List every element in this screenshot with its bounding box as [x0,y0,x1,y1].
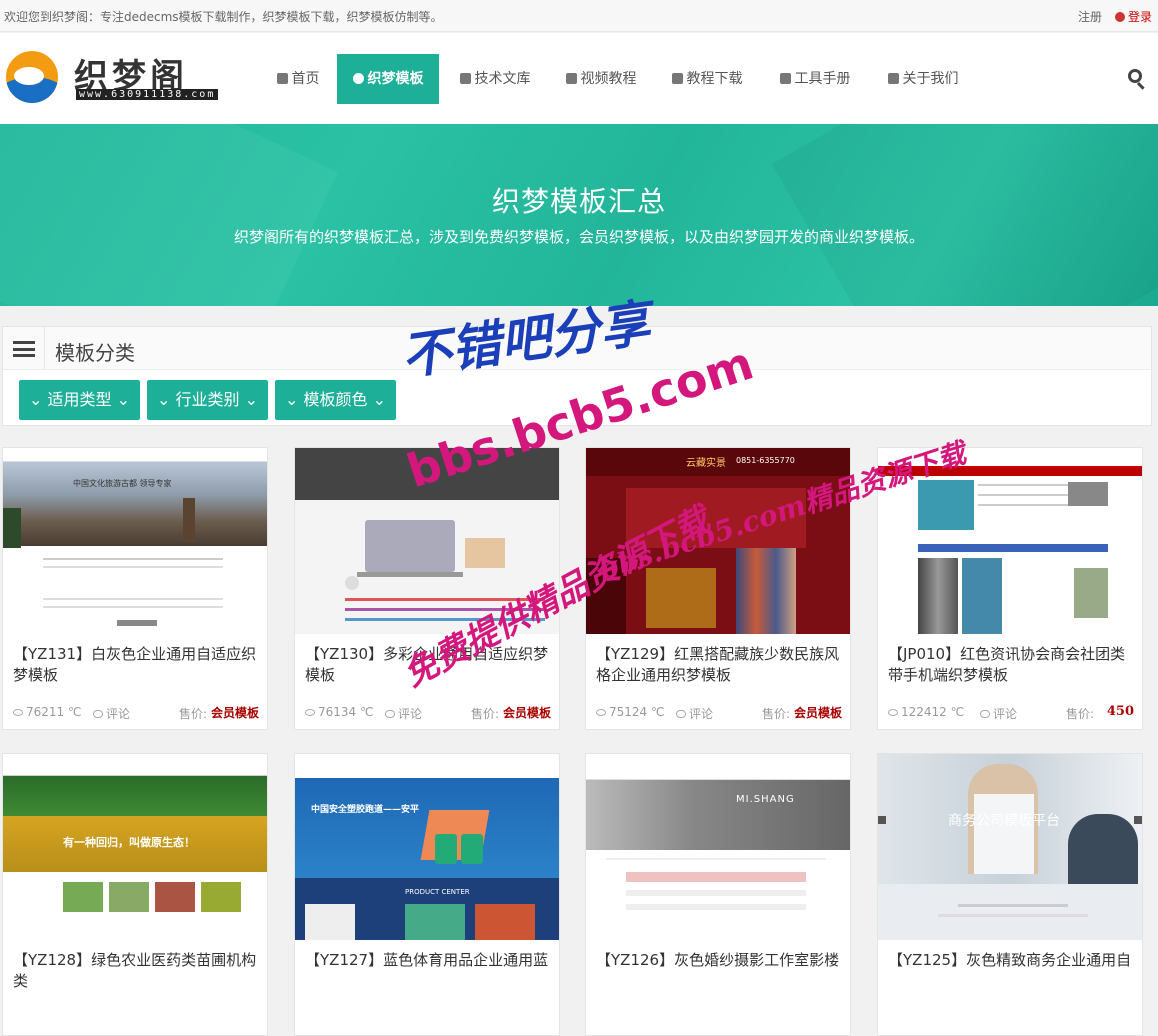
nav-home[interactable]: 首页 [262,54,334,104]
card-price: 会员模板 [793,706,842,720]
filter-industry-button[interactable]: ⌄ 行业类别 ⌄ [147,380,269,420]
login-link[interactable]: 登录 [1114,8,1152,25]
nav-tool-manual[interactable]: 工具手册 [770,54,860,104]
card-title[interactable]: 【YZ130】多彩企业通用自适应织梦模板 [305,644,551,688]
user-icon [1114,12,1125,22]
banner-title: 织梦模板汇总 [491,185,666,218]
eye-icon [13,709,23,716]
card-meta: 76211 ℃ 评论 售价: 会员模板 [13,705,259,721]
refresh-icon [352,73,364,84]
card-title[interactable]: 【JP010】红色资讯协会商会社团类带手机端织梦模板 [888,644,1134,688]
page-banner: 织梦模板汇总 织梦阁所有的织梦模板汇总，涉及到免费织梦模板，会员织梦模板，以及由… [0,124,1158,306]
card-price: 会员模板 [210,706,259,720]
template-card[interactable]: 商务公司模板平台 【YZ125】灰色精致商务企业通用自 [877,753,1143,1036]
filter-color-button[interactable]: ⌄ 模板颜色 ⌄ [275,380,397,420]
eye-icon [596,709,606,716]
search-icon [1128,69,1142,83]
template-card[interactable]: 【YZ130】多彩企业通用自适应织梦模板 76134 ℃ 评论 售价: 会员模板 [294,447,560,730]
thumb-brand: MI.SHANG [736,794,795,805]
template-thumbnail[interactable] [878,448,1142,634]
top-bar: 欢迎您到织梦阁：专注dedecms模板下载制作，织梦模板下载，织梦模板仿制等。 … [0,0,1158,32]
thumb-slogan: 有一种回归，叫做原生态！ [63,836,195,849]
template-card[interactable]: 【JP010】红色资讯协会商会社团类带手机端织梦模板 122412 ℃ 评论 售… [877,447,1143,730]
filter-header: 模板分类 [3,327,1151,370]
template-thumbnail[interactable]: 中国文化旅游古都 领导专家 [3,448,267,634]
home-icon [276,73,288,84]
template-thumbnail[interactable] [295,448,559,634]
eye-icon [888,709,898,716]
nav-dede-templates[interactable]: 织梦模板 [337,54,439,104]
category-filter: 模板分类 ⌄ 适用类型 ⌄ ⌄ 行业类别 ⌄ ⌄ 模板颜色 ⌄ [2,326,1152,426]
template-thumbnail[interactable]: 商务公司模板平台 [878,754,1142,940]
card-title[interactable]: 【YZ126】灰色婚纱摄影工作室影楼 [596,950,842,994]
card-price: 会员模板 [502,706,551,720]
template-card[interactable]: 中国文化旅游古都 领导专家 【YZ131】白灰色企业通用自适应织梦模板 7621… [2,447,268,730]
card-meta: 75124 ℃ 评论 售价: 会员模板 [596,705,842,721]
eye-icon [305,709,315,716]
comment-icon [980,710,990,718]
comment-icon [676,710,686,718]
card-title[interactable]: 【YZ129】红黑搭配藏族少数民族风格企业通用织梦模板 [596,644,842,688]
search-button[interactable] [1128,69,1148,90]
thumb-slogan: 中国文化旅游古都 领导专家 [73,479,172,488]
card-title[interactable]: 【YZ125】灰色精致商务企业通用自 [888,950,1134,994]
logo-emblem-icon [6,51,58,103]
template-thumbnail[interactable]: 中国安全塑胶跑道——安平 PRODUCT CENTER [295,754,559,940]
card-title[interactable]: 【YZ128】绿色农业医药类苗圃机构类 [13,950,259,994]
card-price: 450 [1106,704,1134,719]
document-icon [459,73,471,84]
card-title[interactable]: 【YZ131】白灰色企业通用自适应织梦模板 [13,644,259,688]
film-icon [565,73,577,84]
filter-heading: 模板分类 [55,341,135,365]
template-card[interactable]: 云藏实景 0851-6355770 【YZ129】红黑搭配藏族少数民族风格企业通… [585,447,851,730]
list-icon [13,341,35,357]
site-header: 织梦阁 www.630911138.com 首页 织梦模板 技术文库 视频教程 … [0,33,1158,124]
thumb-headline: 商务公司模板平台 [948,813,1060,829]
nav-tech-library[interactable]: 技术文库 [450,54,540,104]
banner-subtitle: 织梦阁所有的织梦模板汇总，涉及到免费织梦模板，会员织梦模板，以及由织梦园开发的商… [233,228,924,246]
welcome-text: 欢迎您到织梦阁：专注dedecms模板下载制作，织梦模板下载，织梦模板仿制等。 [4,10,443,24]
book-icon [779,73,791,84]
register-link[interactable]: 注册 [1078,8,1102,25]
thumb-phone: 0851-6355770 [736,456,795,465]
template-thumbnail[interactable]: MI.SHANG [586,754,850,940]
thumb-brand: 云藏实景 [686,458,726,469]
template-card[interactable]: MI.SHANG 【YZ126】灰色婚纱摄影工作室影楼 [585,753,851,1036]
logo-url: www.630911138.com [76,89,219,100]
nav-about-us[interactable]: 关于我们 [878,54,968,104]
login-label: 登录 [1127,10,1152,24]
comment-icon [385,710,395,718]
thumb-section: PRODUCT CENTER [405,888,470,896]
card-meta: 76134 ℃ 评论 售价: 会员模板 [305,705,551,721]
nav-video-tutorials[interactable]: 视频教程 [556,54,646,104]
filter-type-button[interactable]: ⌄ 适用类型 ⌄ [19,380,141,420]
cloud-download-icon [671,73,683,84]
template-card[interactable]: 有一种回归，叫做原生态！ 【YZ128】绿色农业医药类苗圃机构类 [2,753,268,1036]
template-card[interactable]: 中国安全塑胶跑道——安平 PRODUCT CENTER 【YZ127】蓝色体育用… [294,753,560,1036]
site-logo[interactable]: 织梦阁 www.630911138.com [4,49,224,105]
nav-tutorial-downloads[interactable]: 教程下载 [662,54,752,104]
smile-icon [887,73,899,84]
template-thumbnail[interactable]: 有一种回归，叫做原生态！ [3,754,267,940]
card-meta: 122412 ℃ 评论 售价: 450 [888,704,1134,721]
comment-icon [93,710,103,718]
thumb-slogan: 中国安全塑胶跑道——安平 [311,805,420,815]
card-title[interactable]: 【YZ127】蓝色体育用品企业通用蓝 [305,950,551,994]
template-thumbnail[interactable]: 云藏实景 0851-6355770 [586,448,850,634]
